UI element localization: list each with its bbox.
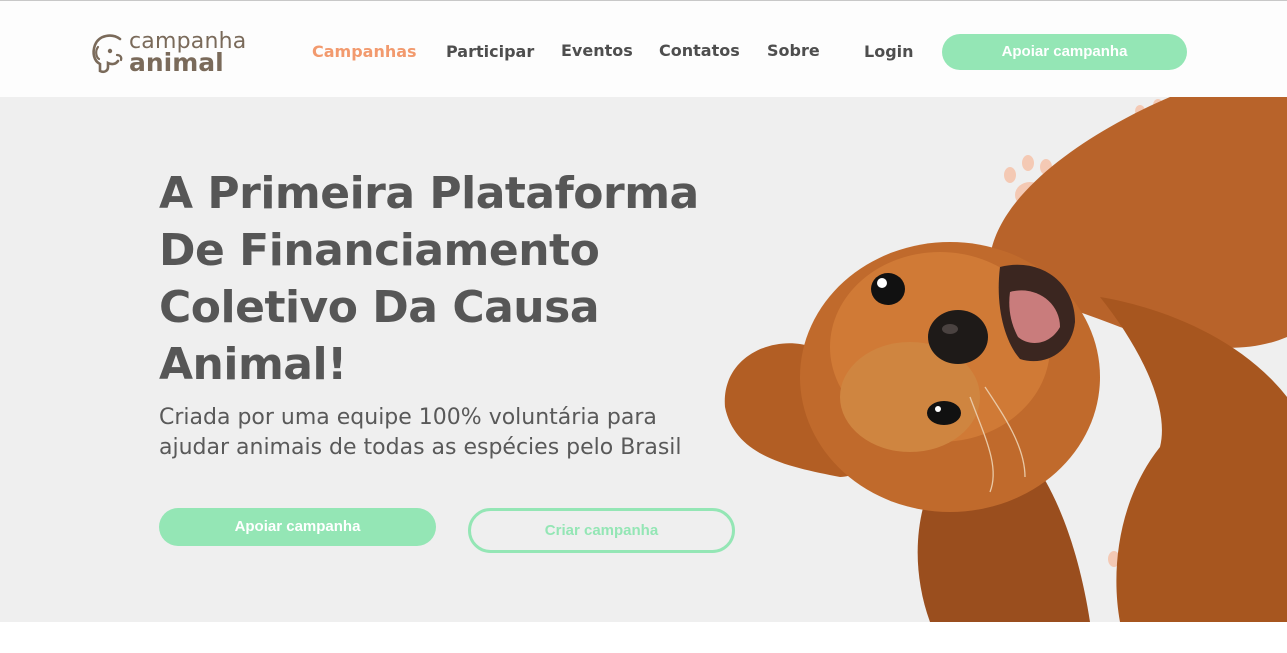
nav-item-participar[interactable]: Participar — [446, 42, 534, 61]
hero-subtitle: Criada por uma equipe 100% voluntária pa… — [159, 405, 682, 460]
support-campaign-button[interactable]: Apoiar campanha — [159, 508, 436, 546]
nav-item-login[interactable]: Login — [864, 42, 914, 61]
nav-item-eventos[interactable]: Eventos — [561, 41, 633, 60]
site-header: campanha animal Campanhas Participar Eve… — [0, 1, 1287, 97]
nav-item-contatos[interactable]: Contatos — [659, 41, 740, 60]
logo-link[interactable]: campanha animal — [90, 29, 265, 77]
logo-text-bottom: animal — [129, 48, 224, 77]
nav-item-sobre[interactable]: Sobre — [767, 41, 820, 60]
create-campaign-button[interactable]: Criar campanha — [468, 508, 735, 553]
nav-item-campanhas[interactable]: Campanhas — [312, 42, 417, 61]
dog-head-logo-icon — [92, 34, 123, 74]
dog-photo — [724, 97, 1287, 622]
header-support-campaign-button[interactable]: Apoiar campanha — [942, 34, 1187, 70]
hero-section: A Primeira Plataforma De Financiamento C… — [0, 97, 1287, 622]
hero-title: A Primeira Plataforma De Financiamento C… — [159, 168, 699, 390]
